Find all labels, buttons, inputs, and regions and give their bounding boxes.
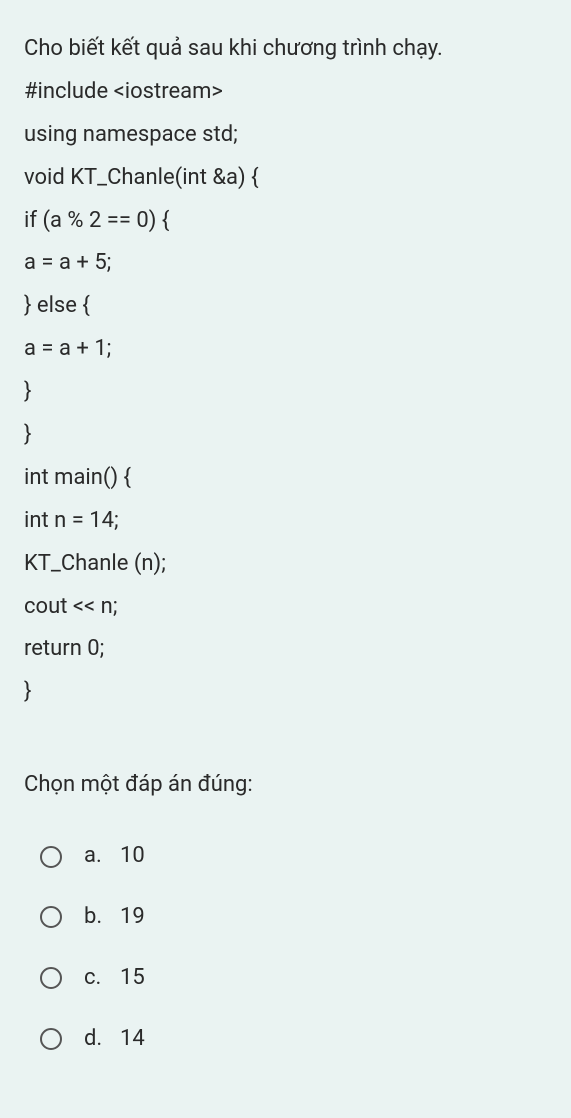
code-line: using namespace std; (24, 114, 547, 157)
option-letter: c. (84, 957, 120, 1000)
question-intro: Cho biết kết quả sau khi chương trình ch… (24, 28, 547, 71)
option-c[interactable]: c. 15 (40, 957, 547, 1000)
option-letter: d. (84, 1018, 120, 1061)
radio-icon[interactable] (40, 1028, 62, 1050)
option-d[interactable]: d. 14 (40, 1018, 547, 1061)
option-value: 14 (120, 1018, 145, 1061)
code-line: } (24, 671, 547, 714)
answer-prompt: Chọn một đáp án đúng: (24, 764, 547, 807)
option-a[interactable]: a. 10 (40, 835, 547, 878)
code-line: cout << n; (24, 586, 547, 629)
code-line: return 0; (24, 628, 547, 671)
code-line: void KT_Chanle(int &a) { (24, 157, 547, 200)
code-line: a = a + 1; (24, 328, 547, 371)
code-line: } (24, 371, 547, 414)
question-block: Cho biết kết quả sau khi chương trình ch… (24, 28, 547, 714)
code-line: } else { (24, 285, 547, 328)
option-letter: b. (84, 896, 120, 939)
code-line: } (24, 414, 547, 457)
radio-icon[interactable] (40, 846, 62, 868)
code-line: if (a % 2 == 0) { (24, 200, 547, 243)
code-line: KT_Chanle (n); (24, 543, 547, 586)
option-value: 10 (120, 835, 145, 878)
option-value: 19 (120, 896, 145, 939)
code-line: int n = 14; (24, 500, 547, 543)
radio-icon[interactable] (40, 906, 62, 928)
code-line: #include <iostream> (24, 71, 547, 114)
options-list: a. 10 b. 19 c. 15 d. 14 (24, 835, 547, 1061)
option-value: 15 (120, 957, 145, 1000)
radio-icon[interactable] (40, 967, 62, 989)
code-line: int main() { (24, 457, 547, 500)
code-line: a = a + 5; (24, 242, 547, 285)
option-letter: a. (84, 835, 120, 878)
option-b[interactable]: b. 19 (40, 896, 547, 939)
